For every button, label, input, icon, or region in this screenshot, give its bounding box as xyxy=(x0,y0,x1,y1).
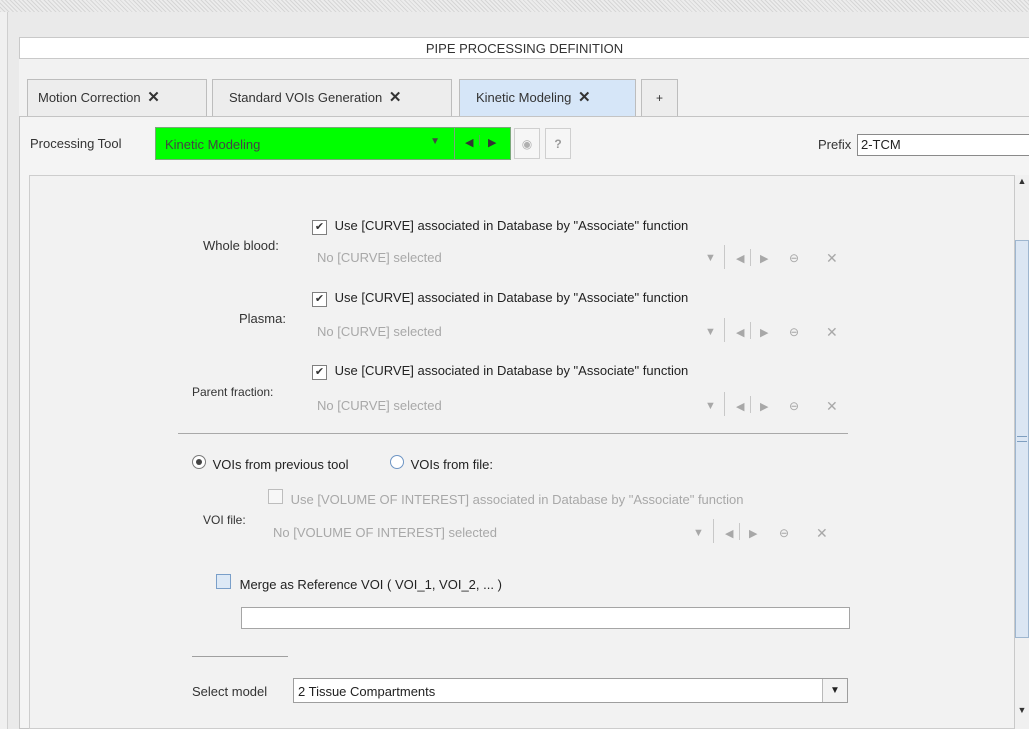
checkbox-label: Use [CURVE] associated in Database by "A… xyxy=(334,218,689,233)
vois-from-file-radio[interactable]: VOIs from file: xyxy=(390,455,493,472)
scroll-down-icon[interactable]: ▼ xyxy=(1015,705,1029,721)
next-arrow-icon[interactable]: ▶ xyxy=(488,136,496,149)
tab-standard-vois-generation[interactable]: Standard VOIs Generation ✕ xyxy=(212,79,452,116)
target-icon[interactable]: ◉ xyxy=(514,128,540,159)
clear-icon[interactable]: ✕ xyxy=(826,324,838,341)
prefix-label: Prefix xyxy=(818,137,852,152)
tab-label: Kinetic Modeling xyxy=(476,90,572,105)
chevron-down-icon[interactable]: ▼ xyxy=(705,326,716,338)
radio-selected[interactable] xyxy=(192,455,206,469)
separator xyxy=(724,392,725,416)
separator xyxy=(739,523,740,540)
plasma-label: Plasma: xyxy=(239,311,286,326)
prev-arrow-icon[interactable]: ◀ xyxy=(465,136,473,149)
chevron-down-icon[interactable]: ▼ xyxy=(822,679,847,702)
prev-arrow-icon[interactable]: ◀ xyxy=(736,326,744,339)
window-top-pattern xyxy=(0,0,1029,12)
voi-icon[interactable]: ⊖ xyxy=(779,526,789,540)
clear-icon[interactable]: ✕ xyxy=(826,398,838,415)
model-select[interactable]: 2 Tissue Compartments ▼ xyxy=(293,678,848,703)
radio-label: VOIs from file: xyxy=(410,457,493,472)
nav-separator: | xyxy=(478,134,481,146)
chevron-down-icon[interactable]: ▼ xyxy=(705,400,716,412)
prefix-input[interactable]: 2-TCM xyxy=(857,134,1029,156)
merge-voi-name-field[interactable] xyxy=(241,607,850,629)
checkbox-label: Use [CURVE] associated in Database by "A… xyxy=(334,363,689,378)
grip-icon xyxy=(1017,436,1027,442)
processing-tool-label: Processing Tool xyxy=(30,136,122,151)
separator xyxy=(724,318,725,342)
tab-kinetic-modeling[interactable]: Kinetic Modeling ✕ xyxy=(459,79,636,116)
whole-blood-curve-select[interactable]: No [CURVE] selected xyxy=(317,250,442,265)
close-icon[interactable]: ✕ xyxy=(578,89,591,106)
clear-icon[interactable]: ✕ xyxy=(816,525,828,542)
next-arrow-icon[interactable]: ▶ xyxy=(760,400,768,413)
close-icon[interactable]: ✕ xyxy=(389,89,402,106)
checkbox[interactable]: ✔ xyxy=(312,365,327,380)
page-title: PIPE PROCESSING DEFINITION xyxy=(19,37,1029,59)
next-arrow-icon[interactable]: ▶ xyxy=(749,527,757,540)
voi-file-checkbox-row[interactable]: Use [VOLUME OF INTEREST] associated in D… xyxy=(268,489,743,507)
curve-icon[interactable]: ⊖ xyxy=(789,325,799,339)
tab-label: Motion Correction xyxy=(38,90,141,105)
checkbox[interactable]: ✔ xyxy=(312,292,327,307)
tab-label: Standard VOIs Generation xyxy=(229,90,383,105)
select-model-label: Select model xyxy=(192,684,268,699)
radio-label: VOIs from previous tool xyxy=(212,457,349,472)
vois-from-previous-tool-radio[interactable]: VOIs from previous tool xyxy=(192,455,348,472)
checkbox[interactable] xyxy=(216,574,231,589)
tool-nav-buttons: ◀ | ▶ xyxy=(455,127,511,160)
left-border xyxy=(0,12,8,729)
parent-fraction-checkbox-row[interactable]: ✔ Use [CURVE] associated in Database by … xyxy=(312,363,688,380)
chevron-down-icon[interactable]: ▼ xyxy=(693,527,704,539)
separator xyxy=(724,245,725,269)
prev-arrow-icon[interactable]: ◀ xyxy=(736,400,744,413)
radio-unselected[interactable] xyxy=(390,455,404,469)
prev-arrow-icon[interactable]: ◀ xyxy=(736,252,744,265)
checkbox[interactable] xyxy=(268,489,283,504)
separator xyxy=(750,322,751,339)
model-select-value: 2 Tissue Compartments xyxy=(298,684,436,699)
parent-fraction-curve-select[interactable]: No [CURVE] selected xyxy=(317,398,442,413)
parent-fraction-label: Parent fraction: xyxy=(192,385,274,399)
next-arrow-icon[interactable]: ▶ xyxy=(760,326,768,339)
voi-file-select[interactable]: No [VOLUME OF INTEREST] selected xyxy=(273,525,497,540)
separator xyxy=(750,396,751,413)
tab-motion-correction[interactable]: Motion Correction ✕ xyxy=(27,79,207,116)
clear-icon[interactable]: ✕ xyxy=(826,250,838,267)
checkbox-label: Use [VOLUME OF INTEREST] associated in D… xyxy=(290,492,744,507)
checkbox[interactable]: ✔ xyxy=(312,220,327,235)
whole-blood-checkbox-row[interactable]: ✔ Use [CURVE] associated in Database by … xyxy=(312,218,688,235)
plasma-curve-select[interactable]: No [CURVE] selected xyxy=(317,324,442,339)
separator xyxy=(713,519,714,543)
processing-tool-select[interactable]: Kinetic Modeling ▼ xyxy=(155,127,455,160)
separator xyxy=(750,249,751,266)
prev-arrow-icon[interactable]: ◀ xyxy=(725,527,733,540)
chevron-down-icon[interactable]: ▼ xyxy=(705,252,716,264)
settings-scroll-panel xyxy=(29,175,1014,729)
curve-icon[interactable]: ⊖ xyxy=(789,399,799,413)
plasma-checkbox-row[interactable]: ✔ Use [CURVE] associated in Database by … xyxy=(312,290,688,307)
help-button[interactable]: ? xyxy=(545,128,571,159)
merge-reference-voi-row[interactable]: Merge as Reference VOI ( VOI_1, VOI_2, .… xyxy=(216,574,502,592)
chevron-down-icon: ▼ xyxy=(430,136,440,147)
section-divider xyxy=(178,433,848,434)
short-divider xyxy=(192,656,288,657)
close-icon[interactable]: ✕ xyxy=(147,89,160,106)
next-arrow-icon[interactable]: ▶ xyxy=(760,252,768,265)
voi-file-label: VOI file: xyxy=(203,513,246,527)
curve-icon[interactable]: ⊖ xyxy=(789,251,799,265)
whole-blood-label: Whole blood: xyxy=(203,238,279,253)
processing-tool-value: Kinetic Modeling xyxy=(165,137,261,152)
add-tab-button[interactable]: + xyxy=(641,79,678,116)
checkbox-label: Merge as Reference VOI ( VOI_1, VOI_2, .… xyxy=(239,577,502,592)
checkbox-label: Use [CURVE] associated in Database by "A… xyxy=(334,290,689,305)
scroll-up-icon[interactable]: ▲ xyxy=(1015,176,1029,192)
